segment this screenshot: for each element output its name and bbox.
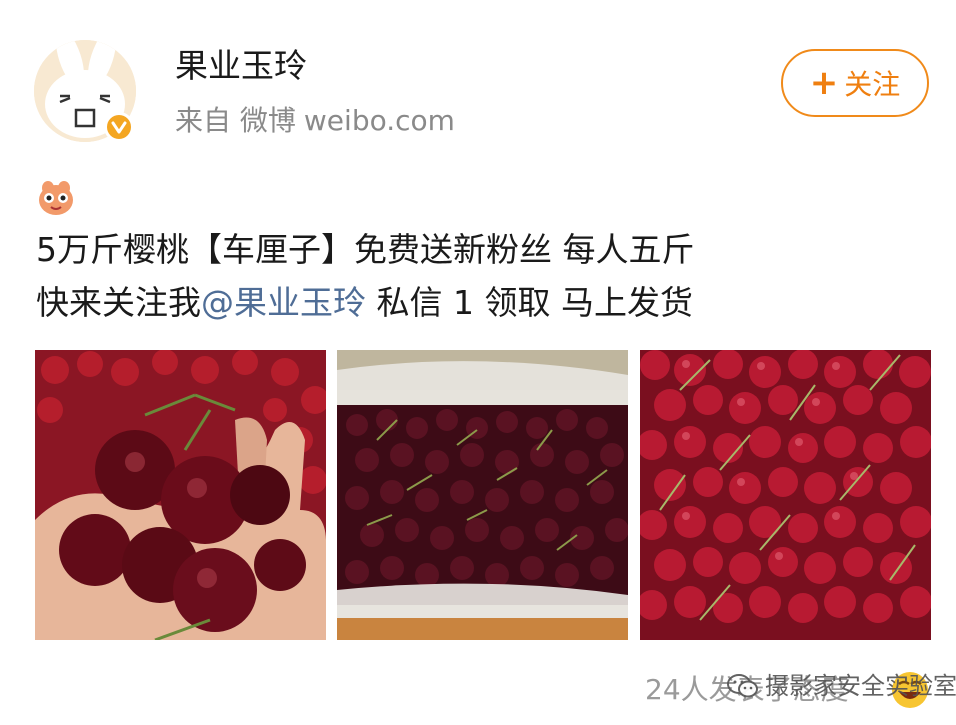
mention-link[interactable]: @果业玉玲 <box>201 283 366 322</box>
plus-icon: + <box>809 63 839 103</box>
post-source: 来自 微博 weibo.com <box>175 103 455 139</box>
user-name[interactable]: 果业玉玲 <box>175 46 307 86</box>
follow-button[interactable]: + 关注 <box>781 49 929 117</box>
post-text-before-mention: 快来关注我 <box>36 283 201 322</box>
cherries-in-hand-image <box>35 350 326 640</box>
watermark-text: 摄影家安全实验室 <box>765 672 956 700</box>
follow-label: 关注 <box>844 68 901 101</box>
post-text-line-2: 快来关注我@果业玉玲 私信 1 领取 马上发货 <box>36 281 693 325</box>
cherries-in-box-image <box>337 350 628 640</box>
post-text-line-1: 5万斤樱桃【车厘子】免费送新粉丝 每人五斤 <box>36 230 695 269</box>
photo-cherries-in-hand[interactable] <box>35 350 326 640</box>
cartoon-emoji-icon <box>39 181 73 215</box>
verified-badge-icon <box>104 112 134 142</box>
pile-of-cherries-image <box>640 350 931 640</box>
verified-v-icon <box>111 121 127 134</box>
source-site: weibo.com <box>303 104 455 137</box>
source-prefix: 来自 微博 <box>175 104 296 137</box>
photo-cherries-in-box[interactable] <box>337 350 628 640</box>
watermark: 摄影家安全实验室 <box>727 668 956 704</box>
photo-pile-of-cherries[interactable] <box>640 350 931 640</box>
wechat-icon <box>727 674 758 698</box>
post-text-after-mention: 私信 1 领取 马上发货 <box>366 283 693 322</box>
